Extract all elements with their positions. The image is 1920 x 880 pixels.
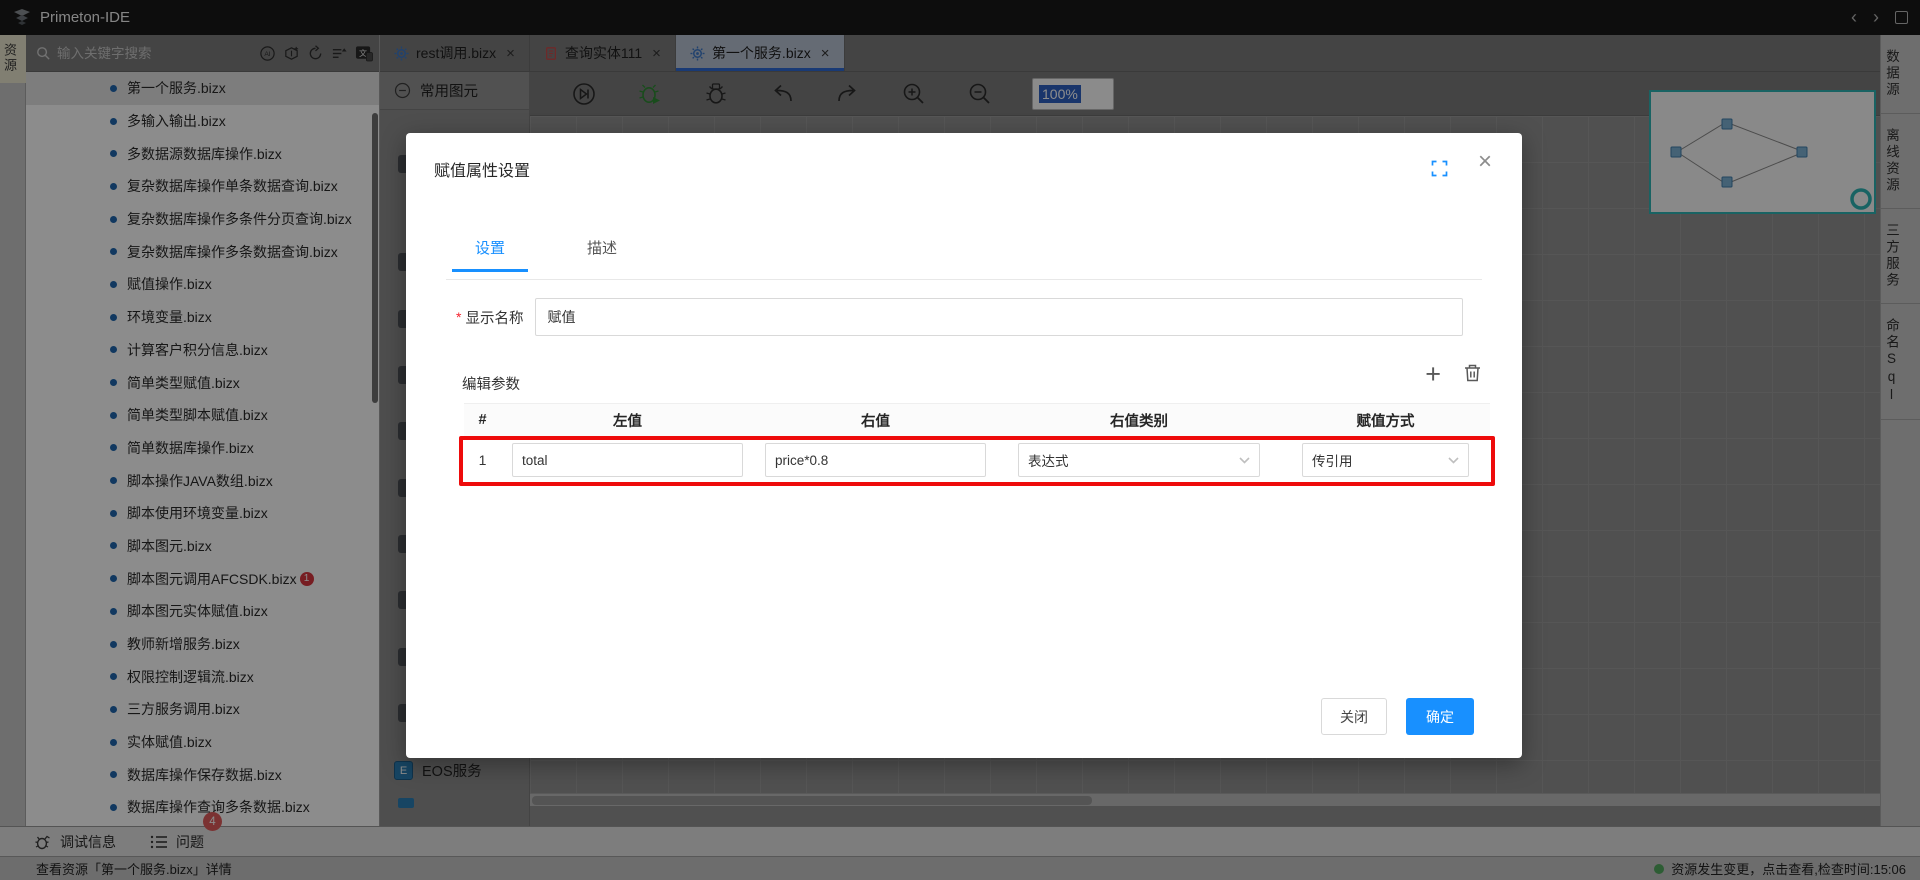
app-root: Primeton-IDE ‹ › 资源 AI 文 第一个服务.bizx多输 — [0, 0, 1920, 880]
column-header: 右值类别 — [997, 410, 1281, 431]
dialog-title: 赋值属性设置 — [434, 157, 530, 181]
display-name-input[interactable] — [535, 298, 1463, 336]
column-header: 左值 — [501, 410, 754, 431]
chevron-down-icon — [1239, 457, 1250, 464]
mode-select[interactable]: 传引用 — [1302, 443, 1469, 477]
column-header: 右值 — [754, 410, 997, 431]
mode-value: 传引用 — [1312, 450, 1353, 470]
dialog-tabs: 设置 描述 — [452, 237, 640, 272]
maximize-icon[interactable] — [1431, 160, 1448, 180]
required-mark: * — [456, 309, 461, 325]
category-select[interactable]: 表达式 — [1018, 443, 1260, 477]
delete-row-icon[interactable] — [1463, 363, 1482, 386]
edit-params-title: 编辑参数 — [462, 373, 520, 394]
close-button[interactable]: 关闭 — [1321, 698, 1387, 735]
params-table: #左值右值右值类别赋值方式 1 表达式 传引用 — [464, 403, 1490, 483]
assignment-properties-dialog: 赋值属性设置 × 设置 描述 * 显示名称 编辑参数 + #左值右值右值类别赋值方… — [406, 133, 1522, 758]
dialog-tab[interactable]: 描述 — [564, 237, 640, 272]
column-header: # — [464, 412, 501, 428]
right-value-input[interactable] — [765, 443, 986, 477]
params-table-header: #左值右值右值类别赋值方式 — [464, 403, 1490, 437]
column-header: 赋值方式 — [1281, 410, 1490, 431]
display-name-label: 显示名称 — [465, 307, 523, 328]
close-icon[interactable]: × — [1478, 150, 1492, 174]
left-value-input[interactable] — [512, 443, 743, 477]
dialog-tab[interactable]: 设置 — [452, 237, 528, 272]
ok-button[interactable]: 确定 — [1406, 698, 1474, 735]
row-index: 1 — [479, 452, 487, 468]
add-row-icon[interactable]: + — [1425, 361, 1441, 388]
params-table-row: 1 表达式 传引用 — [464, 437, 1490, 483]
tabs-divider — [446, 279, 1482, 280]
display-name-row: * 显示名称 — [456, 298, 1463, 336]
category-value: 表达式 — [1028, 450, 1069, 470]
chevron-down-icon — [1448, 457, 1459, 464]
